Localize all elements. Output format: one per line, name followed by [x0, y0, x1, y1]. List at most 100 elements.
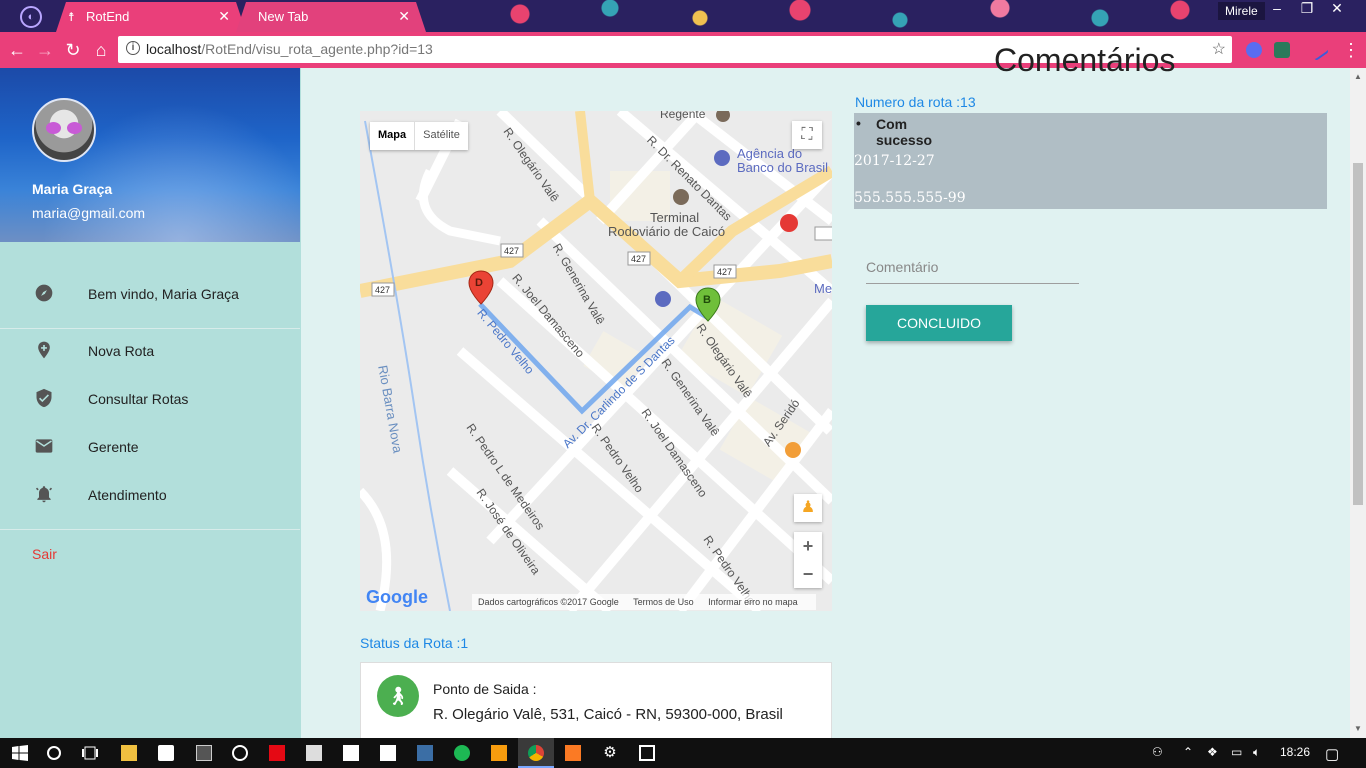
maximize-icon[interactable]: ❐: [1292, 0, 1322, 17]
tab-new-tab[interactable]: New Tab ✕: [236, 2, 426, 32]
sidebar-item-nova-rota[interactable]: Nova Rota: [0, 328, 300, 376]
terminal-icon[interactable]: [196, 745, 212, 761]
chevron-up-icon[interactable]: ⌃: [1183, 745, 1193, 759]
user-email: maria@gmail.com: [32, 205, 146, 221]
walking-person-icon: 🚶︎: [377, 675, 419, 717]
email-icon: [35, 439, 53, 453]
scrollbar-thumb[interactable]: [1353, 163, 1363, 505]
map-type-satellite-button[interactable]: Satélite: [415, 122, 468, 150]
chrome-icon[interactable]: [528, 745, 544, 761]
extension-icon[interactable]: [1246, 42, 1262, 58]
add-location-icon: [38, 341, 50, 359]
marker-b-label: B: [703, 294, 711, 306]
browser-menu-icon[interactable]: ◐: [20, 6, 42, 28]
sidebar-item-atendimento[interactable]: Atendimento: [0, 472, 300, 520]
status-card: 🚶︎ Ponto de Saida : R. Olegário Valê, 53…: [360, 662, 832, 742]
settings-gear-icon[interactable]: ⚙: [602, 745, 618, 761]
pen-extension-icon[interactable]: [1306, 38, 1330, 62]
road-shield-label: 427: [717, 267, 733, 277]
road-shield-label: 427: [504, 246, 520, 256]
map-type-control: Mapa Satélite: [370, 122, 468, 150]
avatar: [32, 98, 96, 162]
people-icon[interactable]: ⚇: [1152, 745, 1163, 759]
map-label-regente: Regente: [660, 111, 706, 121]
sidebar-item-welcome[interactable]: Bem vindo, Maria Graça: [0, 271, 300, 319]
status-title: Status da Rota :1: [360, 635, 469, 651]
bookmark-star-icon[interactable]: ☆: [1212, 39, 1226, 59]
cortana-search-icon[interactable]: [46, 745, 62, 761]
windows-start-icon[interactable]: [12, 745, 28, 761]
close-tab-icon[interactable]: ✕: [218, 8, 230, 25]
media-player-icon[interactable]: [232, 745, 248, 761]
close-tab-icon[interactable]: ✕: [398, 8, 410, 25]
xampp-panel-icon[interactable]: [565, 745, 581, 761]
spotify-icon[interactable]: [454, 745, 470, 761]
taskbar-clock[interactable]: 18:26: [1280, 745, 1310, 759]
road-shield-label: 427: [375, 285, 391, 295]
store-icon[interactable]: [158, 745, 174, 761]
video-editor-icon[interactable]: [343, 745, 359, 761]
map-type-map-button[interactable]: Mapa: [370, 122, 416, 150]
divider: [0, 529, 300, 530]
map-footer: Dados cartográficos ©2017 Google Termos …: [472, 594, 816, 610]
scroll-down-icon[interactable]: ▼: [1354, 724, 1362, 733]
status-line-label: Ponto de Saida :: [433, 681, 537, 697]
xampp-icon[interactable]: [417, 745, 433, 761]
fullscreen-icon[interactable]: ⛶: [792, 121, 822, 149]
zoom-control: + −: [794, 532, 822, 588]
netflix-icon[interactable]: [269, 745, 285, 761]
street-view-pegman-icon[interactable]: ♟: [794, 494, 822, 522]
calculator-icon[interactable]: [306, 745, 322, 761]
shield-extension-icon[interactable]: [1274, 42, 1290, 58]
battery-icon[interactable]: ▭: [1231, 745, 1242, 759]
tab-favicon-icon: ☨: [68, 10, 75, 24]
reload-icon[interactable]: ↻: [60, 37, 86, 63]
dropbox-icon[interactable]: ❖: [1207, 745, 1218, 759]
sublime-icon[interactable]: [491, 745, 507, 761]
route-date: 2017-12-27: [854, 153, 935, 169]
comment-input[interactable]: [866, 250, 1079, 284]
sidebar-item-consultar-rotas[interactable]: Consultar Rotas: [0, 376, 300, 424]
photos-icon[interactable]: [639, 745, 655, 761]
info-icon[interactable]: i: [126, 41, 140, 55]
page-title: Comentários: [994, 42, 1176, 78]
route-number: Numero da rota :13: [855, 94, 976, 110]
sidebar: Maria Graça maria@gmail.com Bem vindo, M…: [0, 68, 301, 738]
zoom-out-icon[interactable]: −: [794, 560, 822, 588]
forward-icon[interactable]: →: [32, 37, 58, 63]
profile-name[interactable]: Mirele: [1218, 2, 1265, 20]
result-text: Com sucesso: [876, 116, 933, 148]
windows-taskbar: ⚙ ⚇ ⌃ ❖ ▭ 🔈︎ 18:26 ▢: [0, 738, 1366, 768]
sidebar-item-label: Consultar Rotas: [88, 391, 189, 407]
alarm-bell-icon: [35, 486, 53, 503]
minimize-icon[interactable]: –: [1262, 0, 1292, 16]
route-phone: 555.555.555-99: [854, 190, 966, 206]
browser-options-icon[interactable]: ⋮: [1338, 37, 1364, 63]
file-explorer-icon[interactable]: [121, 745, 137, 761]
zoom-in-icon[interactable]: +: [794, 532, 822, 560]
map-attribution: Dados cartográficos ©2017 Google: [478, 597, 619, 607]
url-host: localhost: [146, 41, 202, 57]
close-window-icon[interactable]: ✕: [1322, 0, 1352, 17]
notification-center-icon[interactable]: ▢: [1325, 745, 1339, 763]
home-icon[interactable]: ⌂: [88, 37, 114, 63]
tab-rotend[interactable]: ☨ RotEnd ✕: [56, 2, 246, 32]
sidebar-item-label: Nova Rota: [88, 343, 155, 359]
logout-link[interactable]: Sair: [32, 546, 57, 562]
concluido-button[interactable]: CONCLUIDO: [866, 305, 1012, 341]
map-report-link[interactable]: Informar erro no mapa: [708, 597, 798, 607]
route-map[interactable]: Regente Agência do Banco do Brasil Termi…: [360, 111, 832, 611]
google-logo: Google: [366, 587, 428, 607]
mail-icon[interactable]: [380, 745, 396, 761]
verified-shield-icon: [36, 388, 52, 408]
task-view-icon[interactable]: [82, 745, 98, 761]
profile-header: Maria Graça maria@gmail.com: [0, 68, 300, 242]
map-label-terminal: Terminal: [650, 210, 700, 225]
sidebar-item-label: Atendimento: [88, 487, 167, 503]
map-terms-link[interactable]: Termos de Uso: [633, 597, 694, 607]
back-icon[interactable]: ←: [4, 37, 30, 63]
page-scrollbar[interactable]: ▲ ▼: [1350, 68, 1366, 738]
scroll-up-icon[interactable]: ▲: [1354, 72, 1362, 81]
volume-icon[interactable]: 🔈︎: [1253, 745, 1260, 760]
sidebar-item-gerente[interactable]: Gerente: [0, 424, 300, 472]
